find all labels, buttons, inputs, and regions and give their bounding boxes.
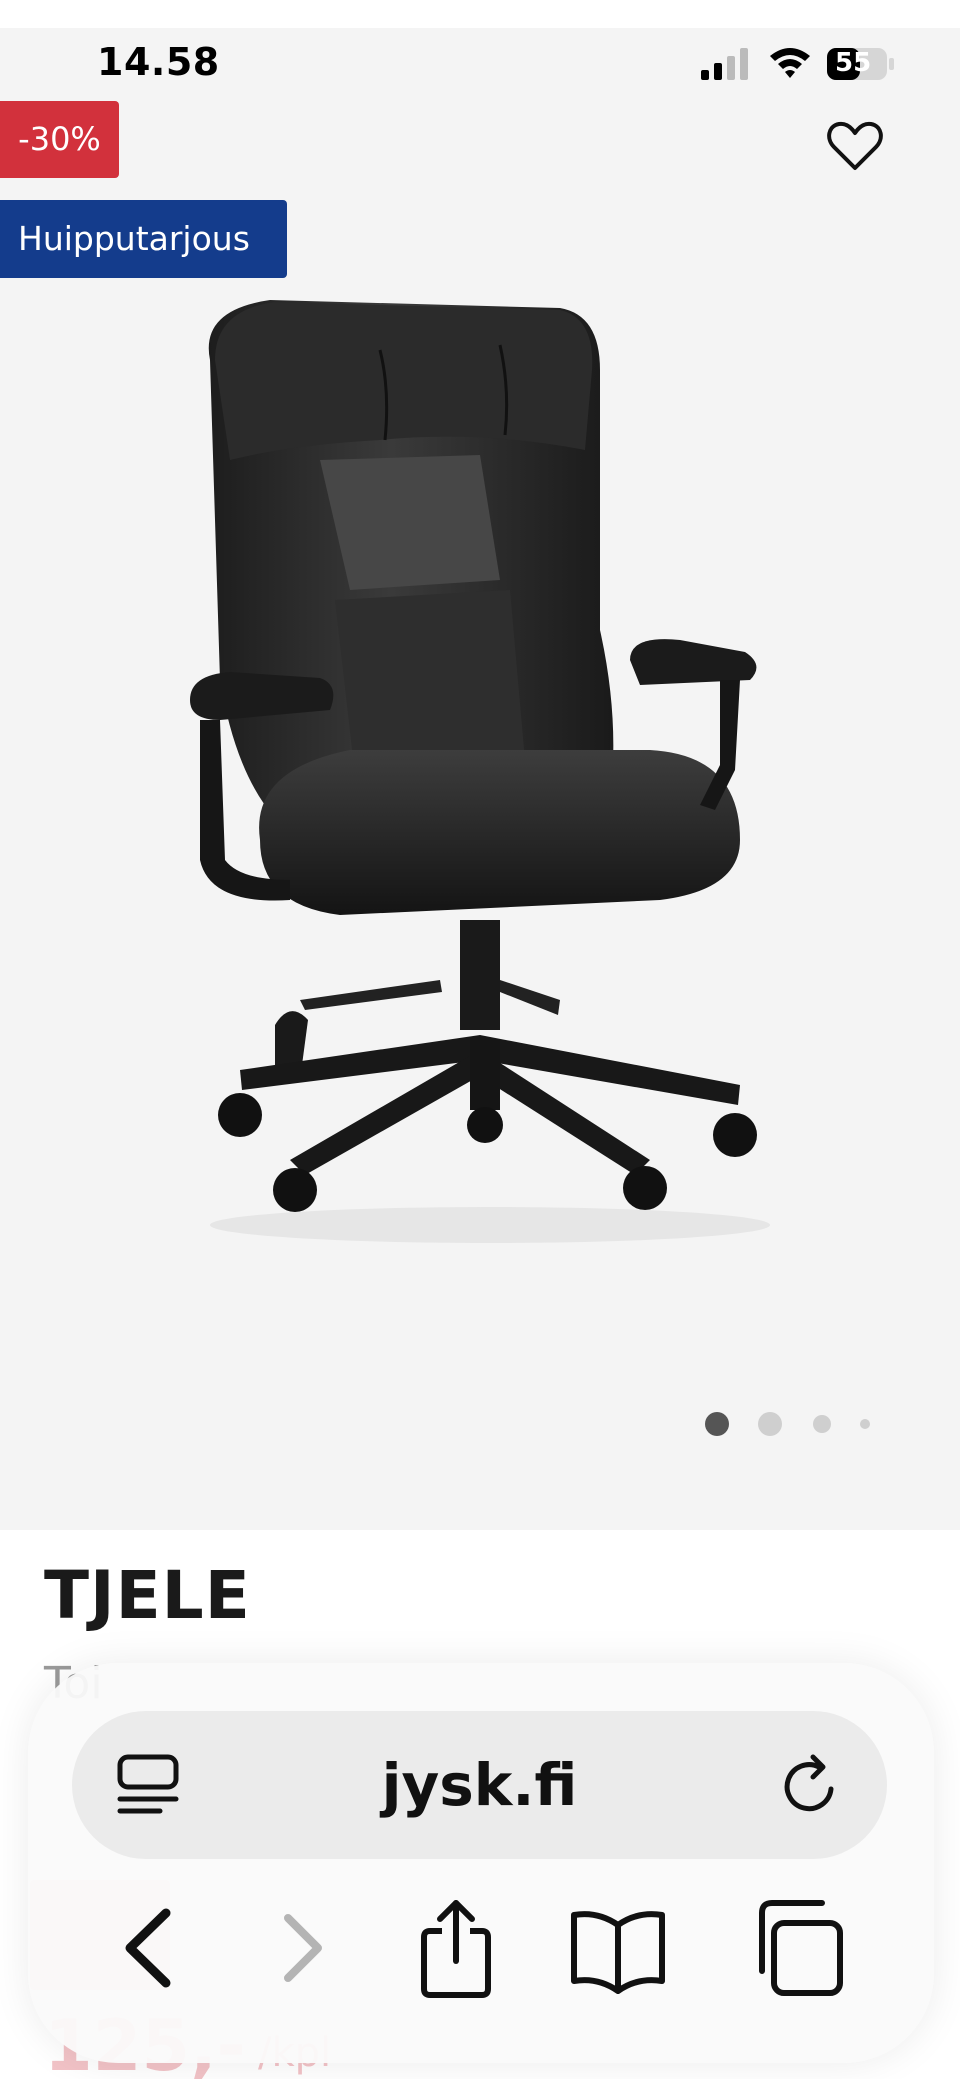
product-image-gallery[interactable]: -30% Huipputarjous: [0, 100, 960, 1530]
reload-icon[interactable]: [779, 1751, 843, 1819]
browser-nav-row: [28, 1893, 934, 2003]
carousel-dot[interactable]: [758, 1412, 782, 1436]
heart-outline-icon[interactable]: [826, 118, 884, 176]
carousel-dot[interactable]: [813, 1415, 831, 1433]
url-text[interactable]: jysk.fi: [72, 1711, 887, 1859]
offer-badge: Huipputarjous: [0, 200, 287, 278]
tabs-icon[interactable]: [750, 1893, 850, 2003]
battery-level: 55: [835, 48, 872, 78]
page: 14.58 55 -30% Huipputarjous TJELE jysk.f…: [0, 0, 960, 2079]
chevron-left-icon[interactable]: [98, 1893, 198, 2003]
discount-badge: -30%: [0, 101, 119, 178]
carousel-dot[interactable]: [860, 1419, 870, 1429]
reader-icon[interactable]: [116, 1751, 180, 1819]
address-bar[interactable]: jysk.fi: [72, 1711, 887, 1859]
carousel-dots[interactable]: [700, 1410, 880, 1440]
status-time: 14.58: [97, 40, 220, 84]
product-title: TJELE: [44, 1557, 251, 1634]
signal-icon: [701, 48, 748, 80]
browser-toolbar: jysk.fi: [28, 1663, 934, 2063]
chevron-right-icon[interactable]: [250, 1893, 350, 2003]
status-bar: 14.58 55: [0, 28, 960, 100]
book-icon[interactable]: [568, 1893, 668, 2003]
share-icon[interactable]: [406, 1893, 506, 2003]
product-image: [190, 300, 770, 1243]
wifi-icon: [770, 48, 810, 78]
carousel-dot-active[interactable]: [705, 1412, 729, 1436]
